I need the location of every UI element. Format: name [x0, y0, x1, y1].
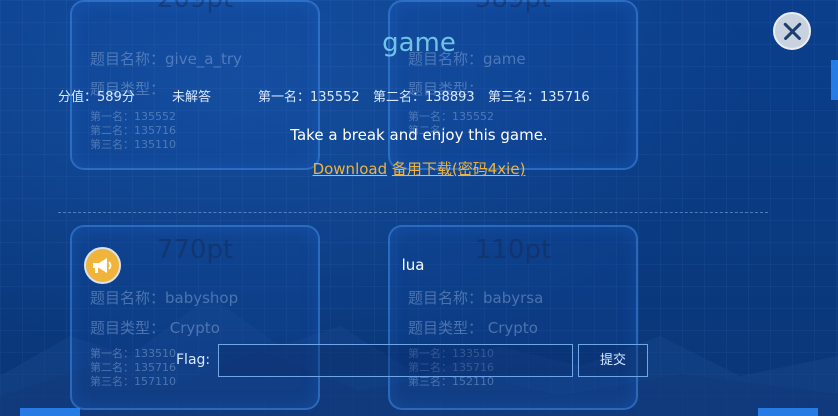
card-type: 题目类型： Crypto	[90, 319, 220, 337]
challenge-description: Take a break and enjoy this game.	[290, 126, 548, 144]
flag-label: Flag:	[176, 352, 211, 368]
frame-edge	[831, 60, 838, 100]
card-rank1: 第一名：135552	[90, 110, 176, 123]
divider	[58, 212, 768, 213]
card-name: 题目名称：babyrsa	[408, 289, 544, 307]
download-links: Download 备用下载(密码4xie)	[0, 158, 838, 179]
modal-title: game	[382, 28, 456, 58]
challenge-card[interactable]: 110pt 题目名称：babyrsa 题目类型： Crypto 第一名：1335…	[388, 225, 638, 410]
card-points: 589pt	[390, 0, 636, 14]
challenge-card[interactable]: 589pt 题目名称：game 题目类型： 第一名：135552 第二名：	[388, 0, 638, 170]
card-rank1: 第一名：133510	[90, 347, 176, 360]
frame-corner	[758, 408, 818, 416]
score-text: 分值：589分	[58, 90, 135, 105]
hint-text: lua	[401, 256, 425, 274]
card-name: 题目名称：babyshop	[90, 289, 239, 307]
frame-corner	[20, 408, 80, 416]
status-text: 未解答	[172, 90, 212, 105]
card-rank3: 第三名：152110	[408, 375, 494, 388]
challenge-card[interactable]: 209pt 题目名称：give_a_try 题目类型： 第一名：135552 第…	[70, 0, 320, 170]
card-rank3: 第三名：157110	[90, 375, 176, 388]
rank-third: 第三名：135716	[488, 90, 590, 105]
backup-download-link[interactable]: 备用下载(密码4xie)	[392, 160, 526, 178]
flag-input[interactable]	[218, 344, 573, 377]
rank-second: 第二名：138893	[373, 90, 475, 105]
submit-button[interactable]: 提交	[578, 344, 648, 377]
card-points: 209pt	[72, 0, 318, 14]
close-icon[interactable]	[773, 12, 811, 50]
download-link[interactable]: Download	[313, 160, 388, 178]
rank-first: 第一名：135552	[258, 90, 360, 105]
card-rank2: 第二名：135716	[90, 361, 176, 374]
card-type: 题目类型： Crypto	[408, 319, 538, 337]
card-rank1: 第一名：135552	[408, 110, 494, 123]
